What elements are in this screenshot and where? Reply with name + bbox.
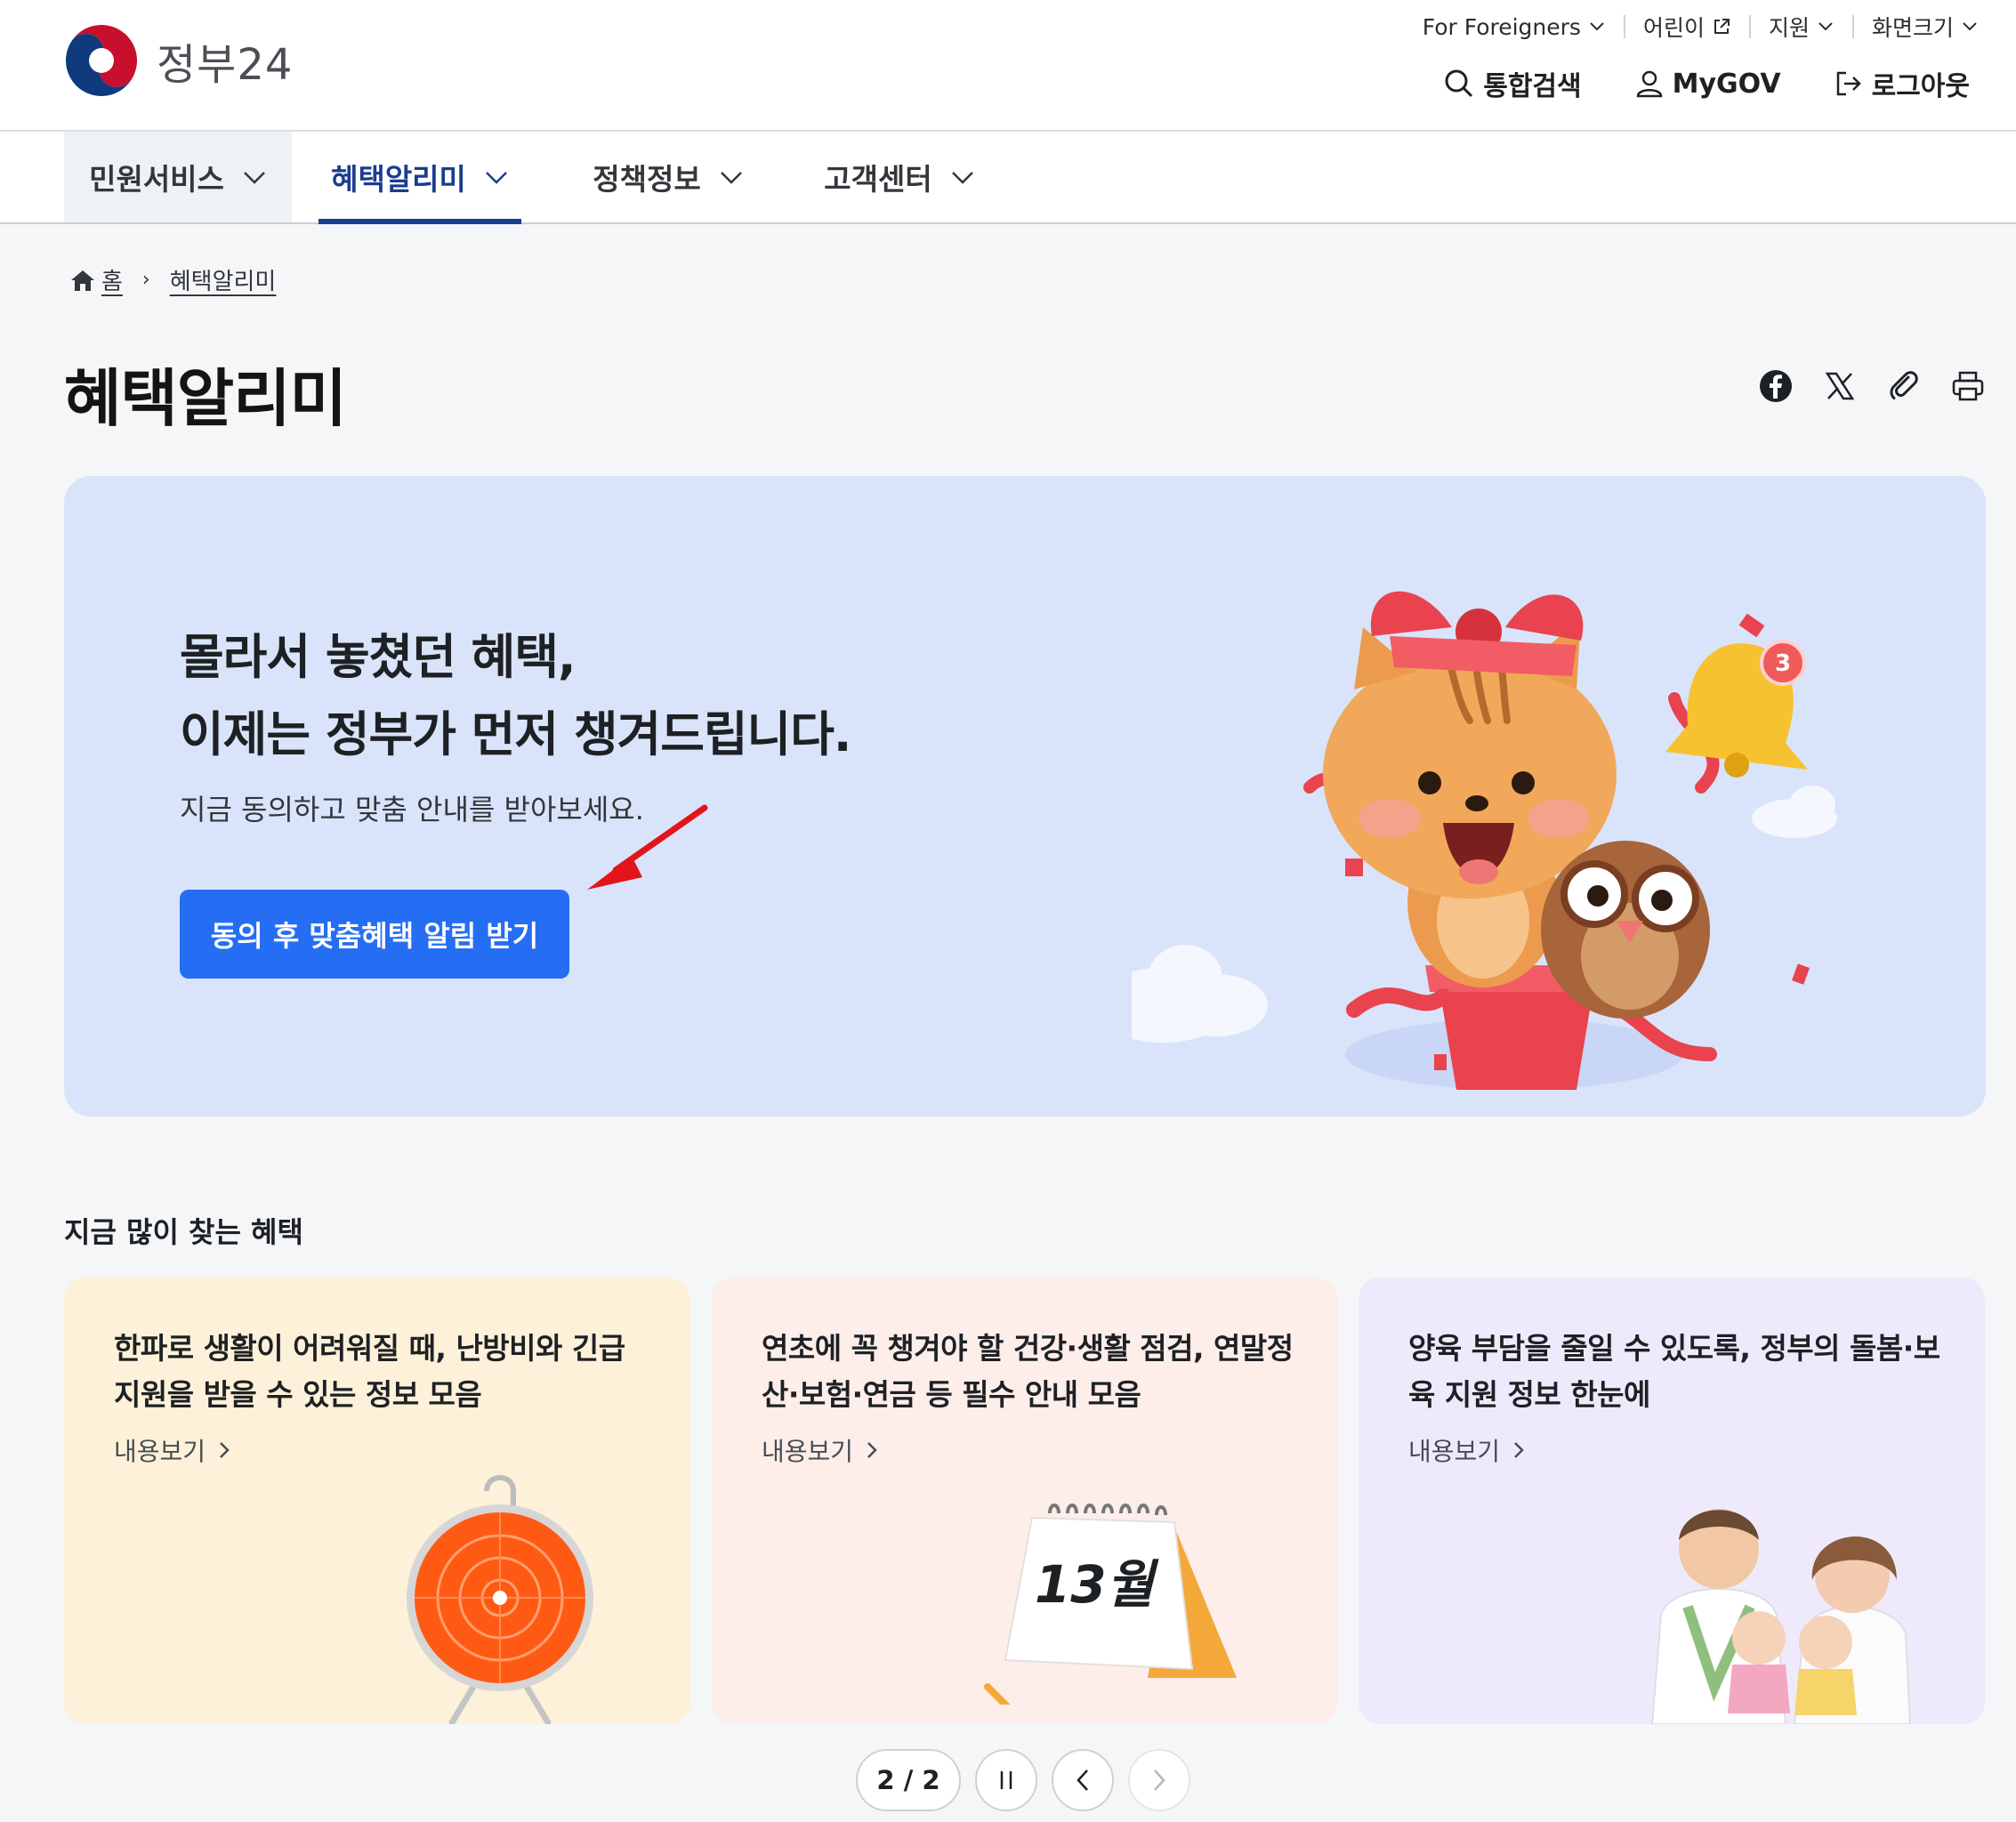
calendar-illustration: 13월 bbox=[984, 1504, 1237, 1705]
share-toolbar bbox=[1733, 365, 1989, 407]
font-size-label: 화면크기 bbox=[1871, 15, 1954, 41]
benefit-card-title: 양육 부담을 줄일 수 있도록, 정부의 돌봄·보육 지원 정보 한눈에 bbox=[1408, 1331, 1940, 1412]
site-header: 정부24 For Foreigners 어린이 지원 화면크기 통합검색 MyG… bbox=[0, 0, 2016, 132]
link-icon bbox=[1890, 371, 1918, 399]
integrated-search-button[interactable]: 통합검색 bbox=[1444, 64, 1582, 103]
copy-link-button[interactable] bbox=[1883, 365, 1925, 407]
bell-badge-count: 3 bbox=[1775, 650, 1791, 677]
chevron-down-icon bbox=[1963, 22, 1977, 31]
hero-subtext: 지금 동의하고 맞춤 안내를 받아보세요. bbox=[180, 793, 644, 826]
pause-button[interactable] bbox=[975, 1749, 1037, 1811]
hero-headline: 몰라서 놓쳤던 혜택, 이제는 정부가 먼저 챙겨드립니다. bbox=[180, 618, 851, 773]
user-icon bbox=[1636, 70, 1662, 98]
gov24-logo[interactable]: 정부24 bbox=[64, 23, 293, 98]
hero-headline-line-2: 이제는 정부가 먼저 챙겨드립니다. bbox=[180, 706, 851, 762]
facebook-share-button[interactable] bbox=[1754, 365, 1797, 407]
gnb-item-label: 정책정보 bbox=[593, 162, 701, 197]
benefit-card-childcare[interactable]: 양육 부담을 줄일 수 있도록, 정부의 돌봄·보육 지원 정보 한눈에 내용보… bbox=[1359, 1278, 1985, 1724]
red-arrow-annotation bbox=[587, 804, 708, 890]
search-icon bbox=[1445, 69, 1473, 98]
chevron-right-icon bbox=[867, 1442, 877, 1458]
hero-banner: 몰라서 놓쳤던 혜택, 이제는 정부가 먼저 챙겨드립니다. 지금 동의하고 맞… bbox=[64, 476, 1986, 1117]
page-title: 혜택알리미 bbox=[64, 362, 347, 435]
view-more-label: 내용보기 bbox=[762, 1437, 854, 1466]
taegeuk-logo-icon bbox=[66, 25, 137, 96]
logout-button[interactable]: 로그아웃 bbox=[1835, 64, 1970, 103]
chevron-down-icon bbox=[720, 172, 742, 184]
gnb-item-label: 고객센터 bbox=[824, 162, 932, 197]
prev-button[interactable] bbox=[1052, 1749, 1114, 1811]
for-foreigners-label: For Foreigners bbox=[1422, 13, 1581, 40]
carousel-pager: 2 / 2 bbox=[856, 1749, 1190, 1811]
hero-headline-line-1: 몰라서 놓쳤던 혜택, bbox=[180, 629, 577, 685]
kids-link[interactable]: 어린이 bbox=[1625, 11, 1749, 43]
consent-benefit-alert-button[interactable]: 동의 후 맞춤혜택 알림 받기 bbox=[180, 890, 569, 979]
chevron-down-icon bbox=[244, 172, 265, 184]
view-more-label: 내용보기 bbox=[1408, 1437, 1501, 1466]
x-share-button[interactable] bbox=[1818, 365, 1861, 407]
gnb-item-label: 혜택알리미 bbox=[331, 162, 466, 197]
gnb-item-civil-service[interactable]: 민원서비스 bbox=[64, 132, 292, 222]
support-label: 지원 bbox=[1768, 15, 1810, 41]
benefit-card-title: 한파로 생활이 어려워질 때, 난방비와 긴급 지원을 받을 수 있는 정보 모… bbox=[114, 1331, 625, 1412]
logout-icon bbox=[1836, 71, 1861, 96]
gnb-item-policy-info[interactable]: 정책정보 bbox=[548, 132, 788, 222]
pause-icon bbox=[1000, 1771, 1012, 1789]
logo-text: 정부24 bbox=[157, 40, 294, 90]
facebook-icon bbox=[1760, 370, 1792, 402]
mygov-label: MyGOV bbox=[1672, 68, 1781, 100]
breadcrumb-current[interactable]: 혜택알리미 bbox=[170, 263, 277, 296]
popular-benefits-title: 지금 많이 찾는 혜택 bbox=[64, 1215, 303, 1249]
chevron-down-icon bbox=[486, 172, 507, 184]
utility-main-menu: 통합검색 MyGOV 로그아웃 bbox=[1391, 64, 1970, 103]
support-menu[interactable]: 지원 bbox=[1751, 11, 1852, 43]
for-foreigners-menu[interactable]: For Foreigners bbox=[1405, 14, 1624, 40]
benefit-card-heating[interactable]: 한파로 생활이 어려워질 때, 난방비와 긴급 지원을 받을 수 있는 정보 모… bbox=[64, 1278, 690, 1724]
view-more-label: 내용보기 bbox=[114, 1437, 206, 1466]
heater-illustration bbox=[407, 1475, 593, 1724]
chevron-down-icon bbox=[1590, 22, 1604, 31]
font-size-menu[interactable]: 화면크기 bbox=[1854, 11, 1979, 43]
mygov-button[interactable]: MyGOV bbox=[1635, 69, 1781, 100]
logout-label: 로그아웃 bbox=[1871, 71, 1970, 102]
x-icon bbox=[1825, 372, 1855, 400]
view-more-link[interactable]: 내용보기 bbox=[1408, 1432, 1525, 1468]
search-label: 통합검색 bbox=[1483, 71, 1582, 102]
breadcrumb-separator: › bbox=[141, 269, 150, 291]
family-illustration bbox=[1650, 1509, 1912, 1724]
view-more-link[interactable]: 내용보기 bbox=[762, 1432, 878, 1468]
page-indicator: 2 / 2 bbox=[856, 1749, 961, 1811]
chevron-down-icon bbox=[951, 172, 973, 184]
chevron-right-icon bbox=[220, 1442, 230, 1458]
chevron-right-icon bbox=[1514, 1442, 1524, 1458]
next-button[interactable] bbox=[1128, 1749, 1190, 1811]
chevron-right-icon bbox=[1154, 1770, 1165, 1791]
print-icon bbox=[1952, 371, 1984, 401]
squirrel-owl-gift-illustration: 3 bbox=[1132, 591, 1837, 1090]
utility-top-menu: For Foreigners 어린이 지원 화면크기 bbox=[1405, 11, 1979, 43]
benefit-card-title: 연초에 꼭 챙겨야 할 건강·생활 점검, 연말정산·보험·연금 등 필수 안내… bbox=[762, 1331, 1294, 1412]
chevron-down-icon bbox=[1818, 22, 1833, 31]
chevron-left-icon bbox=[1077, 1770, 1088, 1791]
breadcrumb-home[interactable]: 홈 bbox=[101, 263, 123, 296]
global-navigation: 민원서비스 혜택알리미 정책정보 고객센터 bbox=[0, 132, 2016, 224]
home-icon bbox=[71, 270, 94, 291]
gnb-item-label: 민원서비스 bbox=[89, 162, 224, 197]
kids-label: 어린이 bbox=[1642, 15, 1705, 41]
breadcrumb: 홈 › 혜택알리미 bbox=[69, 263, 276, 296]
gnb-item-benefit-alert[interactable]: 혜택알리미 bbox=[292, 132, 548, 224]
gnb-item-customer-center[interactable]: 고객센터 bbox=[788, 132, 1011, 222]
benefit-card-year-start[interactable]: 연초에 꼭 챙겨야 할 건강·생활 점검, 연말정산·보험·연금 등 필수 안내… bbox=[712, 1278, 1338, 1724]
view-more-link[interactable]: 내용보기 bbox=[114, 1432, 230, 1468]
external-link-icon bbox=[1714, 19, 1730, 34]
calendar-month-label: 13월 bbox=[1035, 1554, 1159, 1615]
print-button[interactable] bbox=[1947, 365, 1989, 407]
